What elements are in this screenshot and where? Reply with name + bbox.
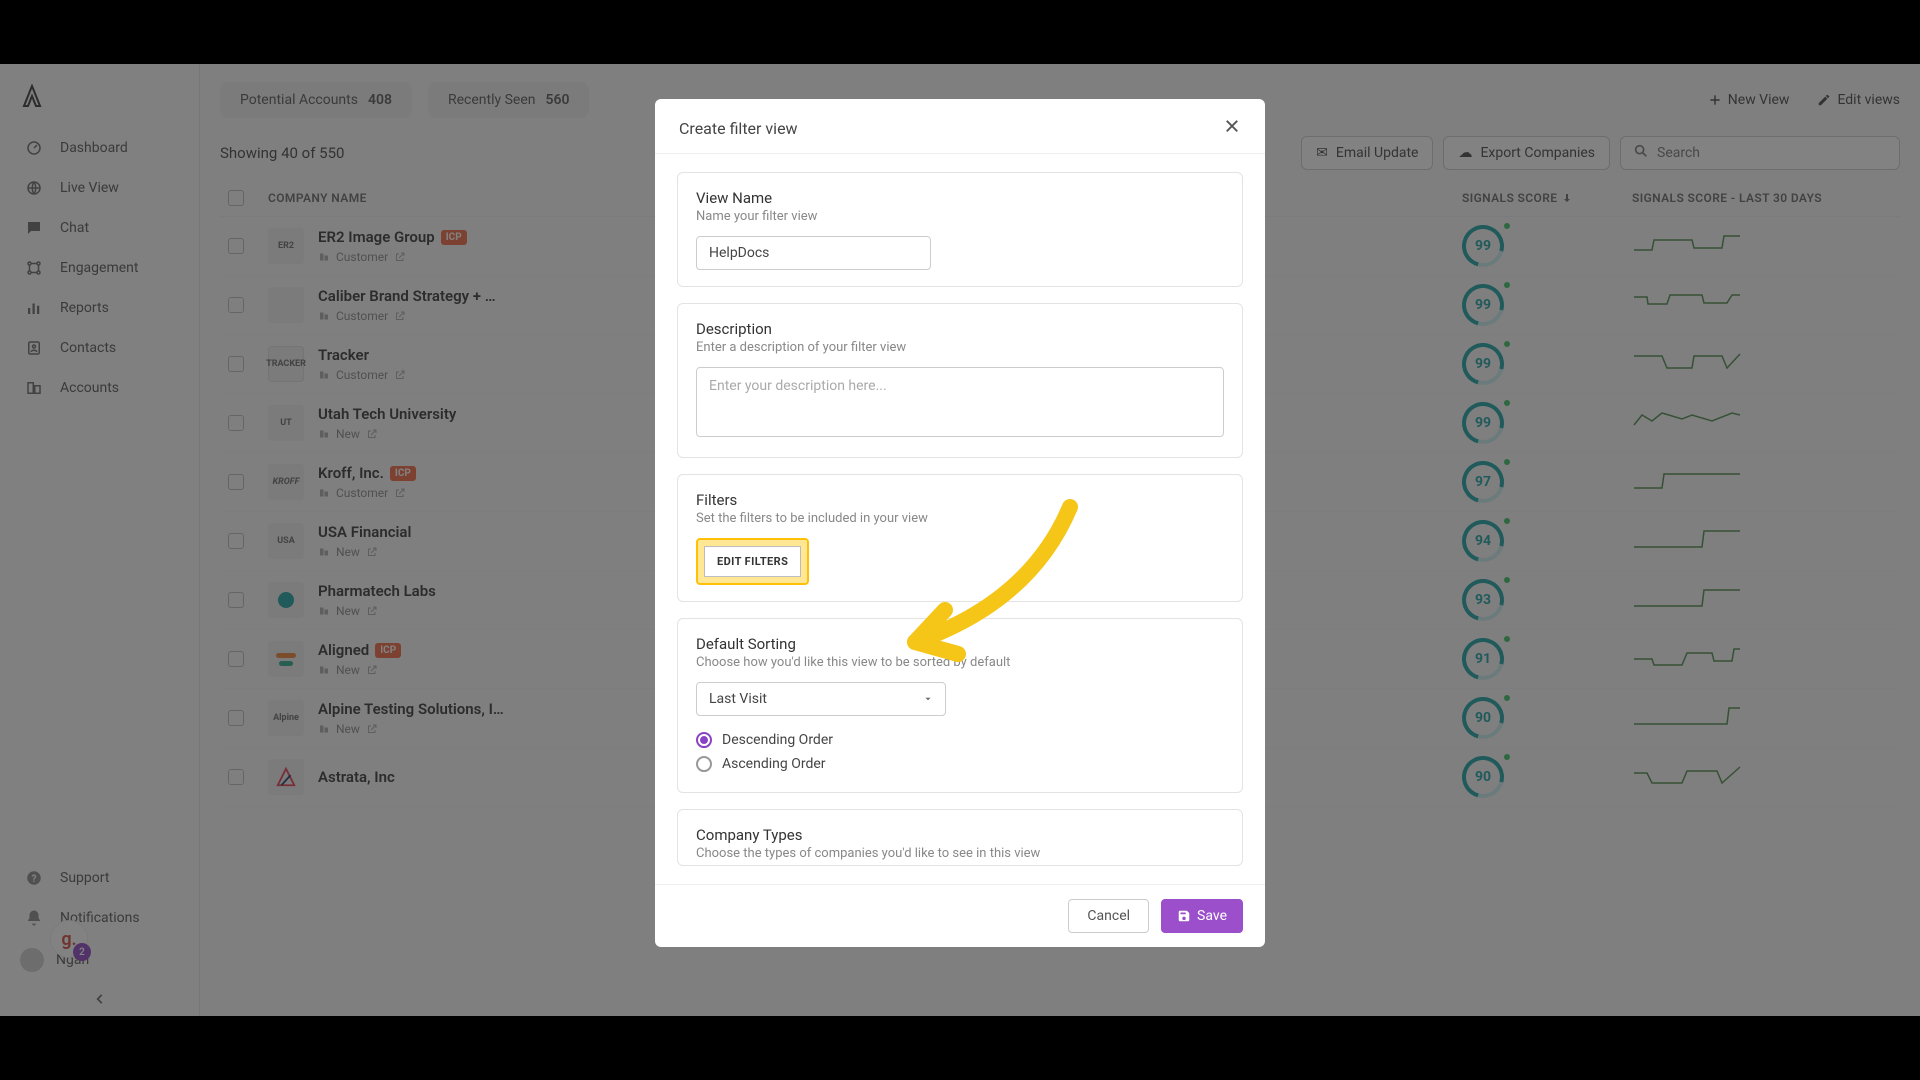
company-types-card: Company Types Choose the types of compan… xyxy=(677,809,1243,866)
radio-icon xyxy=(696,732,712,748)
letterbox-top xyxy=(0,0,1920,64)
app-viewport: DashboardLive ViewChatEngagementReportsC… xyxy=(0,64,1920,1016)
default-sorting-card: Default Sorting Choose how you'd like th… xyxy=(677,618,1243,793)
radio-descending[interactable]: Descending Order xyxy=(696,728,1224,752)
modal-close-button[interactable] xyxy=(1223,117,1241,139)
letterbox-bottom xyxy=(0,1016,1920,1080)
filters-card: Filters Set the filters to be included i… xyxy=(677,474,1243,602)
modal-footer: Cancel Save xyxy=(655,884,1265,947)
create-filter-view-modal: Create filter view View Name Name your f… xyxy=(655,99,1265,947)
radio-icon xyxy=(696,756,712,772)
save-button[interactable]: Save xyxy=(1161,899,1243,933)
chevron-down-icon xyxy=(923,694,933,704)
view-name-input[interactable] xyxy=(696,236,931,270)
edit-filters-button[interactable]: EDIT FILTERS xyxy=(704,546,801,577)
description-input[interactable] xyxy=(696,367,1224,437)
view-name-card: View Name Name your filter view xyxy=(677,172,1243,287)
modal-header: Create filter view xyxy=(655,99,1265,154)
modal-title: Create filter view xyxy=(679,119,798,138)
close-icon xyxy=(1223,117,1241,135)
edit-filters-highlight: EDIT FILTERS xyxy=(696,538,809,585)
sort-by-dropdown[interactable]: Last Visit xyxy=(696,682,946,716)
modal-body[interactable]: View Name Name your filter view Descript… xyxy=(655,154,1265,884)
cancel-button[interactable]: Cancel xyxy=(1068,899,1149,933)
radio-ascending[interactable]: Ascending Order xyxy=(696,752,1224,776)
save-icon xyxy=(1177,909,1191,923)
description-card: Description Enter a description of your … xyxy=(677,303,1243,458)
